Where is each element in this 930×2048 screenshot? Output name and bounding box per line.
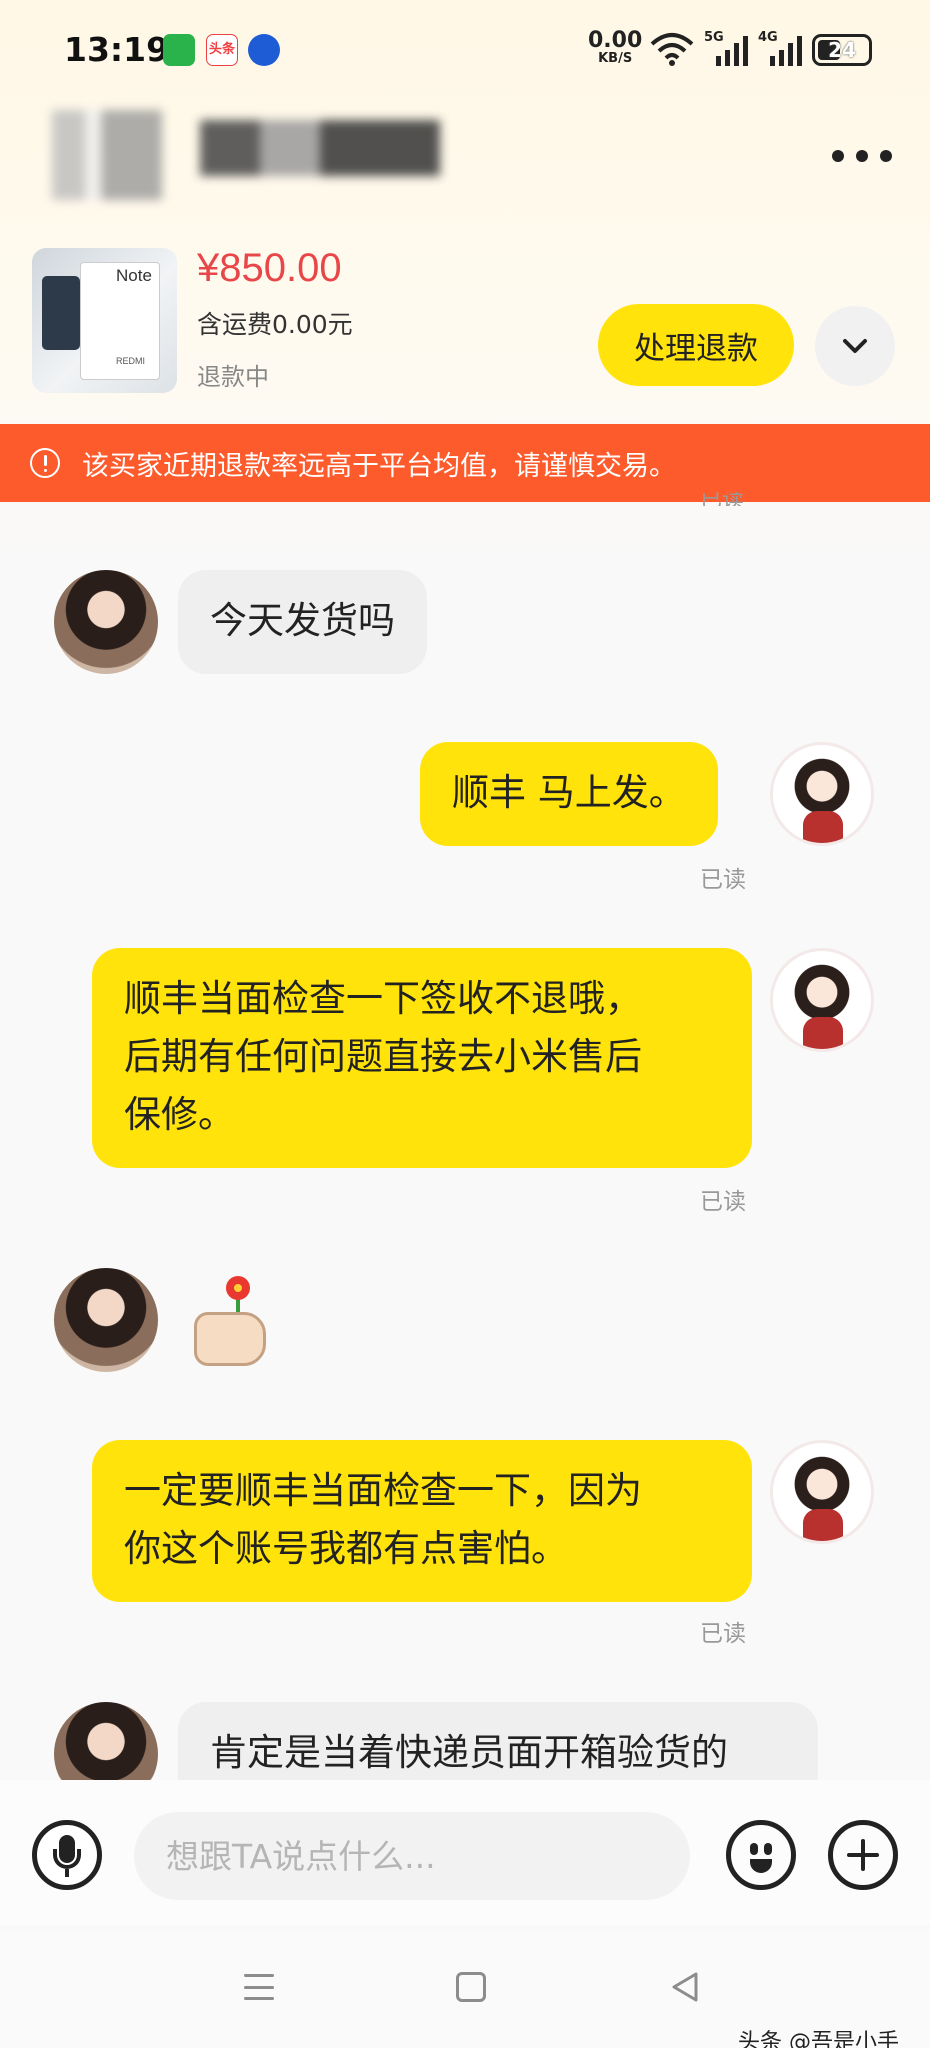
seller-avatar[interactable] bbox=[770, 948, 874, 1052]
message-line: 保修。 bbox=[124, 1093, 235, 1136]
back-icon[interactable] bbox=[668, 1970, 702, 2004]
seller-avatar[interactable] bbox=[770, 1440, 874, 1544]
shipping-fee: 含运费0.00元 bbox=[197, 310, 353, 339]
chevron-down-icon bbox=[843, 339, 867, 353]
network-speed-unit: KB/S bbox=[598, 51, 633, 66]
app-notification-icon bbox=[248, 34, 280, 66]
message-line: 一定要顺丰当面检查一下，因为 bbox=[124, 1469, 642, 1512]
message-bubble-outgoing[interactable]: 顺丰 马上发。 bbox=[420, 742, 718, 846]
message-line: 后期有任何问题直接去小米售后 bbox=[124, 1035, 642, 1078]
buyer-avatar[interactable] bbox=[54, 570, 158, 674]
buyer-avatar[interactable] bbox=[54, 1268, 158, 1372]
product-price: ¥850.00 bbox=[197, 246, 342, 290]
watermark: 头条 @吾是小手 bbox=[738, 2030, 899, 2048]
wechat-icon bbox=[163, 34, 195, 66]
signal-5g-icon bbox=[716, 36, 748, 66]
product-thumbnail[interactable]: Note REDMI bbox=[32, 248, 177, 393]
message-bubble-outgoing[interactable]: 一定要顺丰当面检查一下，因为 你这个账号我都有点害怕。 bbox=[92, 1440, 752, 1602]
more-options-icon[interactable] bbox=[832, 150, 892, 166]
signal-4g-icon bbox=[770, 36, 802, 66]
read-receipt: 已读 bbox=[700, 1189, 746, 1215]
read-receipt: 已读 bbox=[700, 867, 746, 893]
risk-warning-banner: 该买家近期退款率远高于平台均值，请谨慎交易。 bbox=[0, 424, 930, 502]
status-time: 13:19 bbox=[64, 30, 170, 69]
flower-icon bbox=[226, 1276, 250, 1300]
battery-icon: 24 bbox=[812, 34, 872, 66]
home-icon[interactable] bbox=[456, 1972, 486, 2002]
recent-apps-icon[interactable] bbox=[244, 1974, 274, 2000]
seller-avatar[interactable] bbox=[770, 742, 874, 846]
emoji-icon[interactable] bbox=[726, 1820, 796, 1890]
message-line: 顺丰当面检查一下签收不退哦， bbox=[124, 977, 642, 1020]
message-bubble-incoming[interactable]: 今天发货吗 bbox=[178, 570, 427, 674]
handle-refund-button[interactable]: 处理退款 bbox=[598, 304, 794, 386]
product-box-maker: REDMI bbox=[116, 356, 145, 366]
order-status: 退款中 bbox=[197, 363, 269, 391]
message-line: 你这个账号我都有点害怕。 bbox=[124, 1527, 568, 1570]
expand-button[interactable] bbox=[815, 306, 895, 386]
back-and-avatar-blurred[interactable] bbox=[52, 110, 162, 200]
network-speed: 0.00 KB/S bbox=[588, 30, 642, 66]
product-box-brand: Note bbox=[116, 266, 152, 285]
read-receipt: 已读 bbox=[700, 1621, 746, 1647]
read-receipt-partial: 已读 bbox=[700, 492, 744, 506]
thumbs-up-icon bbox=[194, 1312, 266, 1366]
microphone-icon[interactable] bbox=[32, 1820, 102, 1890]
add-attachment-icon[interactable] bbox=[828, 1820, 898, 1890]
battery-level: 24 bbox=[828, 38, 856, 62]
status-bar: 13:19 头条 0.00 KB/S 5G 4G 24 bbox=[0, 0, 930, 100]
chat-title-blurred bbox=[200, 120, 440, 176]
phone-image bbox=[42, 276, 80, 350]
message-input[interactable] bbox=[134, 1812, 690, 1900]
risk-warning-text: 该买家近期退款率远高于平台均值，请谨慎交易。 bbox=[82, 450, 676, 482]
message-bubble-outgoing[interactable]: 顺丰当面检查一下签收不退哦， 后期有任何问题直接去小米售后 保修。 bbox=[92, 948, 752, 1168]
alert-icon bbox=[30, 448, 60, 478]
read-receipt-partial-text: 已读 bbox=[700, 492, 745, 506]
toutiao-icon: 头条 bbox=[206, 34, 238, 66]
wifi-icon bbox=[650, 33, 694, 66]
network-speed-value: 0.00 bbox=[588, 28, 643, 53]
